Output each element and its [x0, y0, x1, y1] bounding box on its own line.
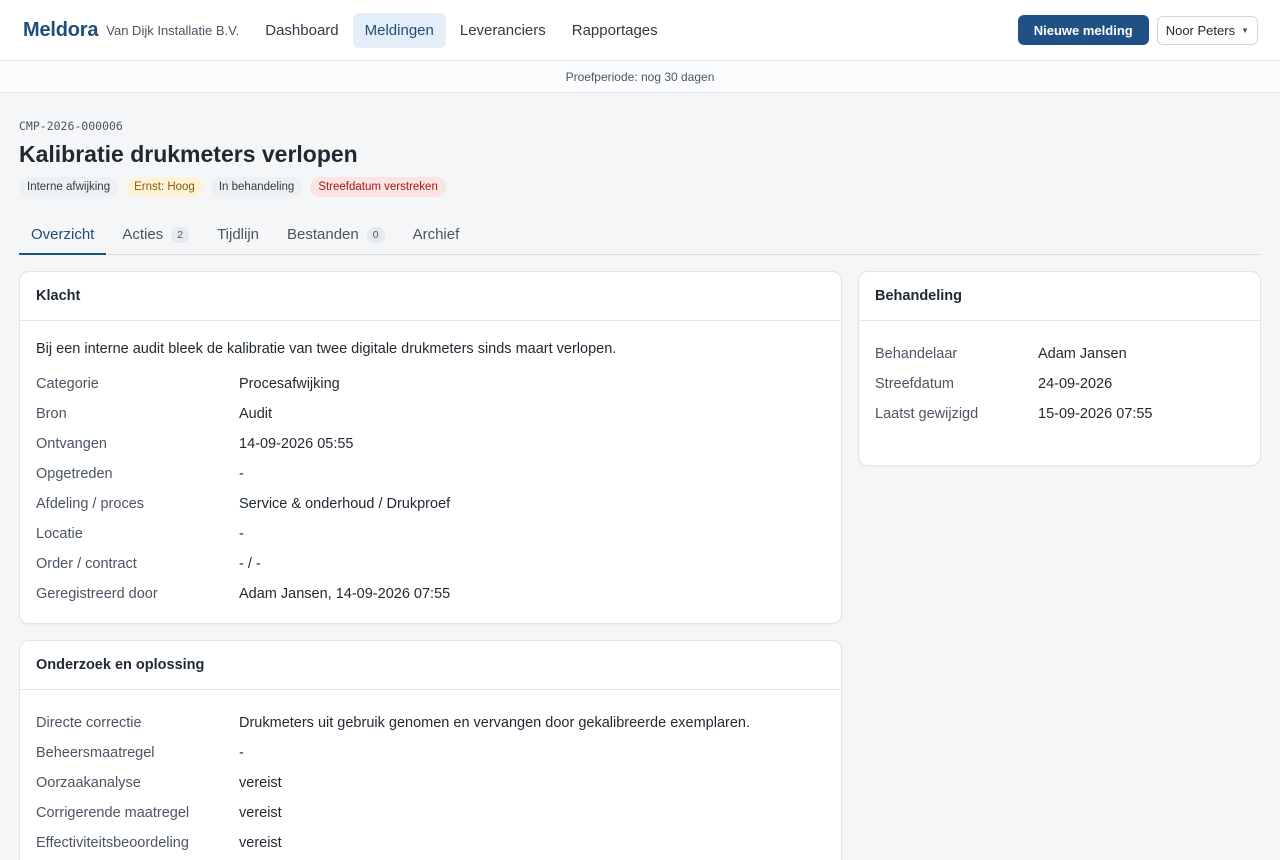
new-complaint-button[interactable]: Nieuwe melding — [1017, 15, 1149, 45]
field-label: Geregistreerd door — [36, 586, 158, 602]
field-label: Oorzaakanalyse — [36, 775, 141, 791]
field-label: Opgetreden — [36, 466, 113, 482]
card-title: Behandeling — [859, 272, 1260, 321]
user-menu[interactable]: Noor Peters ▼ — [1156, 15, 1258, 45]
field-value: vereist — [239, 775, 282, 791]
field-value: Adam Jansen, 14-09-2026 07:55 — [239, 586, 451, 602]
field-label: Order / contract — [36, 556, 137, 572]
type-badge: Interne afwijking — [19, 177, 119, 197]
tab-archief[interactable]: Archief — [401, 215, 472, 254]
field-value: vereist — [239, 805, 282, 821]
field-label: Behandelaar — [875, 346, 958, 362]
main-content: CMP-2026-000006 Kalibratie drukmeters ve… — [0, 119, 1280, 860]
top-navigation-bar: Meldora Van Dijk Installatie B.V. Dashbo… — [0, 0, 1280, 61]
field-row: Corrigerende maatregel vereist — [36, 798, 825, 828]
field-value: - — [239, 526, 244, 542]
field-row: Laatst gewijzigd 15-09-2026 07:55 — [875, 399, 1244, 429]
field-row: Categorie Procesafwijking — [36, 369, 825, 399]
field-row: Opgetreden - — [36, 459, 825, 489]
main-nav: Dashboard Meldingen Leveranciers Rapport… — [253, 12, 670, 48]
field-row: Oorzaakanalyse vereist — [36, 768, 825, 798]
right-column: Behandeling Behandelaar Adam Jansen Stree… — [858, 271, 1261, 466]
field-label: Effectiviteitsbeoordeling — [36, 835, 189, 851]
field-row: Ontvangen 14-09-2026 05:55 — [36, 429, 825, 459]
complaint-card: Klacht Bij een interne audit bleek de ka… — [19, 271, 842, 624]
assignee-value: Adam Jansen — [1038, 346, 1127, 362]
field-row: Afdeling / proces Service & onderhoud / D… — [36, 489, 825, 519]
field-row: Behandelaar Adam Jansen — [875, 339, 1244, 369]
field-row: Streefdatum 24-09-2026 — [875, 369, 1244, 399]
tab-acties[interactable]: Acties 2 — [110, 215, 201, 254]
tab-label: Bestanden — [287, 226, 359, 243]
brand-logo[interactable]: Meldora — [23, 19, 98, 42]
investigation-card: Onderzoek en oplossing Directe correctie… — [19, 640, 842, 860]
complaint-description: Bij een interne audit bleek de kalibrati… — [36, 341, 617, 357]
field-row: Directe correctie Drukmeters uit gebruik … — [36, 708, 825, 738]
overview-grid: Klacht Bij een interne audit bleek de ka… — [19, 271, 1261, 860]
field-label: Beheersmaatregel — [36, 745, 155, 761]
field-value: - — [239, 466, 244, 482]
severity-badge: Ernst: Hoog — [126, 177, 203, 197]
tab-label: Overzicht — [31, 225, 95, 243]
field-value: Audit — [239, 406, 273, 422]
field-row: Geregistreerd door Adam Jansen, 14-09-202… — [36, 579, 825, 609]
chevron-down-icon: ▼ — [1241, 25, 1249, 35]
field-value: Drukmeters uit gebruik genomen en vervan… — [239, 715, 751, 731]
field-value: 14-09-2026 05:55 — [239, 436, 354, 452]
field-value: - / - — [239, 556, 261, 572]
field-label: Laatst gewijzigd — [875, 406, 979, 422]
tab-count-badge: 0 — [366, 226, 385, 243]
field-row: Order / contract - / - — [36, 549, 825, 579]
status-badge: In behandeling — [210, 177, 303, 197]
field-value: - — [239, 745, 244, 761]
card-title: Onderzoek en oplossing — [20, 641, 841, 690]
field-row: Bron Audit — [36, 399, 825, 429]
field-row: Beheersmaatregel - — [36, 738, 825, 768]
field-value: Procesafwijking — [239, 376, 340, 392]
tab-label: Tijdlijn — [217, 226, 260, 243]
field-label: Directe correctie — [36, 715, 142, 731]
nav-rapportages[interactable]: Rapportages — [560, 13, 670, 48]
tab-label: Acties — [122, 226, 164, 243]
tab-label: Archief — [412, 226, 460, 243]
company-name: Van Dijk Installatie B.V. — [106, 22, 240, 38]
status-badges: Interne afwijking Ernst: Hoog In behande… — [19, 177, 1261, 197]
field-label: Corrigerende maatregel — [36, 805, 190, 821]
field-label: Categorie — [36, 376, 99, 392]
complaint-reference: CMP-2026-000006 — [19, 119, 123, 133]
left-column: Klacht Bij een interne audit bleek de ka… — [19, 271, 842, 860]
field-row: Locatie - — [36, 519, 825, 549]
field-value: Service & onderhoud / Drukproef — [239, 496, 451, 512]
overdue-badge: Streefdatum verstreken — [310, 177, 446, 197]
field-label: Bron — [36, 406, 67, 422]
field-label: Ontvangen — [36, 436, 107, 452]
field-row: Effectiviteitsbeoordeling vereist — [36, 828, 825, 858]
field-label: Locatie — [36, 526, 83, 542]
trial-banner: Proefperiode: nog 30 dagen — [0, 61, 1280, 93]
nav-meldingen[interactable]: Meldingen — [352, 12, 446, 48]
handling-card: Behandeling Behandelaar Adam Jansen Stree… — [858, 271, 1261, 466]
header-actions: Nieuwe melding Noor Peters ▼ — [1017, 15, 1258, 45]
nav-dashboard[interactable]: Dashboard — [253, 13, 350, 48]
field-label: Afdeling / proces — [36, 496, 145, 512]
field-label: Streefdatum — [875, 376, 954, 392]
due-date-value: 24-09-2026 — [1038, 376, 1113, 392]
tab-overzicht[interactable]: Overzicht — [19, 215, 107, 255]
card-title: Klacht — [20, 272, 841, 321]
nav-leveranciers[interactable]: Leveranciers — [448, 13, 558, 48]
last-modified-value: 15-09-2026 07:55 — [1038, 406, 1153, 422]
tab-tijdlijn[interactable]: Tijdlijn — [205, 215, 271, 254]
tab-bestanden[interactable]: Bestanden 0 — [275, 215, 397, 254]
tab-count-badge: 2 — [171, 226, 190, 243]
field-value: vereist — [239, 835, 282, 851]
tab-bar: Overzicht Acties 2 Tijdlijn Bestanden 0 … — [19, 215, 1261, 255]
user-name: Noor Peters — [1165, 22, 1236, 38]
page-title: Kalibratie drukmeters verlopen — [19, 141, 358, 167]
